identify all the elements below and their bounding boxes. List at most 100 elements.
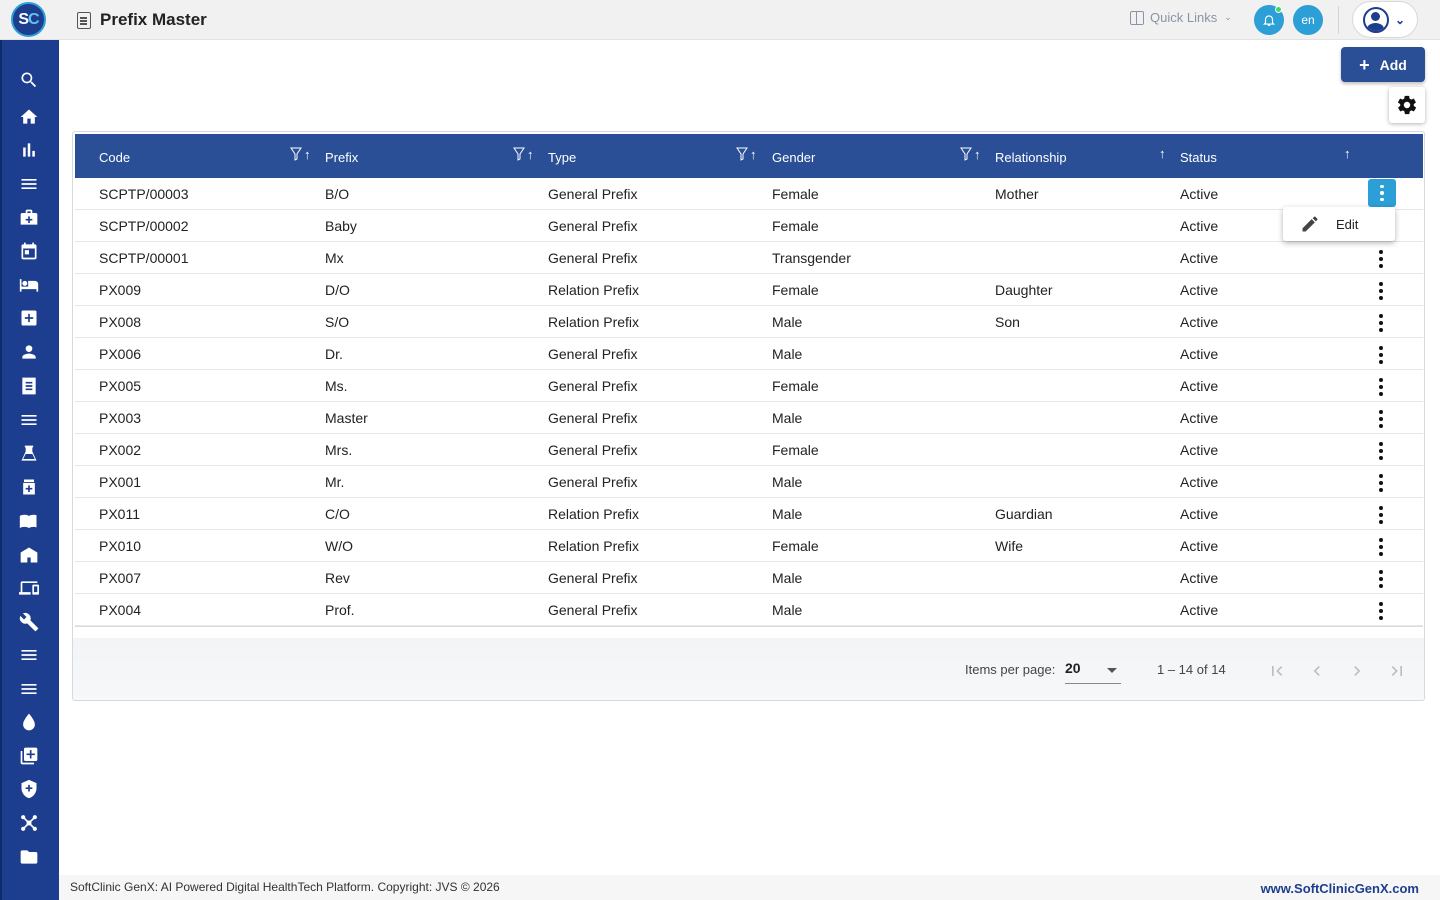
cell-type: General Prefix xyxy=(548,602,638,618)
sort-arrow-icon[interactable]: ↑ xyxy=(1344,147,1351,160)
row-actions-button[interactable] xyxy=(1368,598,1394,624)
filter-icon[interactable] xyxy=(736,147,748,161)
website-link[interactable]: www.SoftClinicGenX.com xyxy=(1261,881,1419,896)
table-row[interactable]: PX010 W/O Relation Prefix Female Wife Active xyxy=(75,530,1423,562)
table-row[interactable]: PX006 Dr. General Prefix Male Active xyxy=(75,338,1423,370)
column-header-code[interactable]: Code xyxy=(99,150,130,165)
previous-page-button[interactable] xyxy=(1306,660,1328,682)
row-actions-button[interactable] xyxy=(1368,406,1394,432)
first-page-button[interactable] xyxy=(1266,660,1288,682)
menu-icon[interactable] xyxy=(18,644,40,666)
table-row[interactable]: PX004 Prof. General Prefix Male Active xyxy=(75,594,1423,626)
language-button[interactable]: en xyxy=(1293,5,1323,35)
table-row[interactable]: SCPTP/00003 B/O General Prefix Female Mother… xyxy=(75,178,1423,210)
table-row[interactable]: PX003 Master General Prefix Male Active xyxy=(75,402,1423,434)
table-row[interactable]: SCPTP/00002 Baby General Prefix Female Activ… xyxy=(75,210,1423,242)
cell-status: Active xyxy=(1180,570,1219,586)
row-actions-button[interactable] xyxy=(1368,438,1394,464)
folder-icon[interactable] xyxy=(18,846,40,868)
cell-status: Active xyxy=(1180,506,1219,522)
drop-icon[interactable] xyxy=(18,711,40,733)
table-row[interactable]: SCPTP/00001 Mx General Prefix Transgender Ac… xyxy=(75,242,1423,274)
table-row[interactable]: PX002 Mrs. General Prefix Female Active xyxy=(75,434,1423,466)
row-actions-button[interactable] xyxy=(1368,374,1394,400)
column-header-prefix[interactable]: Prefix xyxy=(325,150,358,165)
row-actions-button[interactable] xyxy=(1368,278,1394,304)
row-actions-button[interactable] xyxy=(1368,470,1394,496)
medical-cross-icon[interactable] xyxy=(18,307,40,329)
book-icon[interactable] xyxy=(18,510,40,532)
receipt-icon[interactable] xyxy=(18,375,40,397)
row-actions-button[interactable] xyxy=(1368,342,1394,368)
search-icon[interactable] xyxy=(18,69,40,91)
cell-code: PX002 xyxy=(99,442,142,458)
kebab-dot-icon xyxy=(1379,264,1383,268)
kebab-dot-icon xyxy=(1379,584,1383,588)
filter-icon[interactable] xyxy=(290,147,302,161)
row-actions-button[interactable] xyxy=(1368,566,1394,592)
sort-arrow-icon[interactable]: ↑ xyxy=(974,148,981,161)
last-page-icon xyxy=(1391,666,1402,676)
table-row[interactable]: PX007 Rev General Prefix Male Active xyxy=(75,562,1423,594)
hub-icon[interactable] xyxy=(18,812,40,834)
menu-icon[interactable] xyxy=(18,678,40,700)
library-add-icon[interactable] xyxy=(18,745,40,767)
add-button[interactable]: + Add xyxy=(1341,47,1425,82)
quick-links-button[interactable]: Quick Links ⌄ xyxy=(1130,10,1232,25)
row-actions-button[interactable] xyxy=(1368,246,1394,272)
table-row[interactable]: PX011 C/O Relation Prefix Male Guardian Activ… xyxy=(75,498,1423,530)
cell-relationship: Mother xyxy=(995,186,1039,202)
filter-icon[interactable] xyxy=(513,147,525,161)
kebab-dot-icon xyxy=(1379,410,1383,414)
app-logo[interactable]: SC xyxy=(11,2,46,37)
kebab-dot-icon xyxy=(1379,602,1383,606)
row-actions-button[interactable] xyxy=(1368,179,1396,207)
kebab-dot-icon xyxy=(1380,197,1384,202)
settings-button[interactable] xyxy=(1389,87,1425,123)
cell-prefix: W/O xyxy=(325,538,353,554)
table-row[interactable]: PX008 S/O Relation Prefix Male Son Active xyxy=(75,306,1423,338)
calendar-icon[interactable] xyxy=(18,240,40,262)
medical-bag-icon[interactable] xyxy=(18,207,40,229)
medicine-bottle-icon[interactable] xyxy=(18,476,40,498)
column-header-type[interactable]: Type xyxy=(548,150,576,165)
store-icon[interactable] xyxy=(18,544,40,566)
lab-icon[interactable] xyxy=(18,443,40,465)
wrench-icon[interactable] xyxy=(18,611,40,633)
row-actions-button[interactable] xyxy=(1368,502,1394,528)
edit-menu-item[interactable]: Edit xyxy=(1336,217,1358,232)
cell-gender: Female xyxy=(772,282,819,298)
table-row[interactable]: PX005 Ms. General Prefix Female Active xyxy=(75,370,1423,402)
devices-icon[interactable] xyxy=(18,577,40,599)
last-page-button[interactable] xyxy=(1386,660,1408,682)
cell-type: General Prefix xyxy=(548,410,638,426)
sort-arrow-icon[interactable]: ↑ xyxy=(1159,147,1166,160)
person-icon[interactable] xyxy=(18,341,40,363)
sort-arrow-icon[interactable]: ↑ xyxy=(527,148,534,161)
user-menu-button[interactable]: ⌄ xyxy=(1352,1,1418,38)
row-actions-button[interactable] xyxy=(1368,534,1394,560)
column-header-gender[interactable]: Gender xyxy=(772,150,815,165)
caret-down-icon xyxy=(1107,668,1117,673)
cell-prefix: Dr. xyxy=(325,346,343,362)
home-icon[interactable] xyxy=(18,106,40,128)
cell-prefix: Ms. xyxy=(325,378,348,394)
menu-icon[interactable] xyxy=(18,173,40,195)
bell-icon xyxy=(1262,15,1276,26)
sort-arrow-icon[interactable]: ↑ xyxy=(304,148,311,161)
cell-code: PX003 xyxy=(99,410,142,426)
items-per-page-select[interactable]: 20 xyxy=(1065,656,1121,684)
column-header-relationship[interactable]: Relationship xyxy=(995,150,1067,165)
shield-icon[interactable] xyxy=(18,778,40,800)
filter-icon[interactable] xyxy=(960,147,972,161)
bed-icon[interactable] xyxy=(18,274,40,296)
next-page-button[interactable] xyxy=(1346,660,1368,682)
table-row[interactable]: PX001 Mr. General Prefix Male Active xyxy=(75,466,1423,498)
row-actions-button[interactable] xyxy=(1368,310,1394,336)
bar-chart-icon[interactable] xyxy=(18,139,40,161)
notifications-button[interactable] xyxy=(1254,5,1284,35)
table-row[interactable]: PX009 D/O Relation Prefix Female Daughter Act… xyxy=(75,274,1423,306)
list-icon[interactable] xyxy=(18,409,40,431)
column-header-status[interactable]: Status xyxy=(1180,150,1217,165)
sort-arrow-icon[interactable]: ↑ xyxy=(750,148,757,161)
